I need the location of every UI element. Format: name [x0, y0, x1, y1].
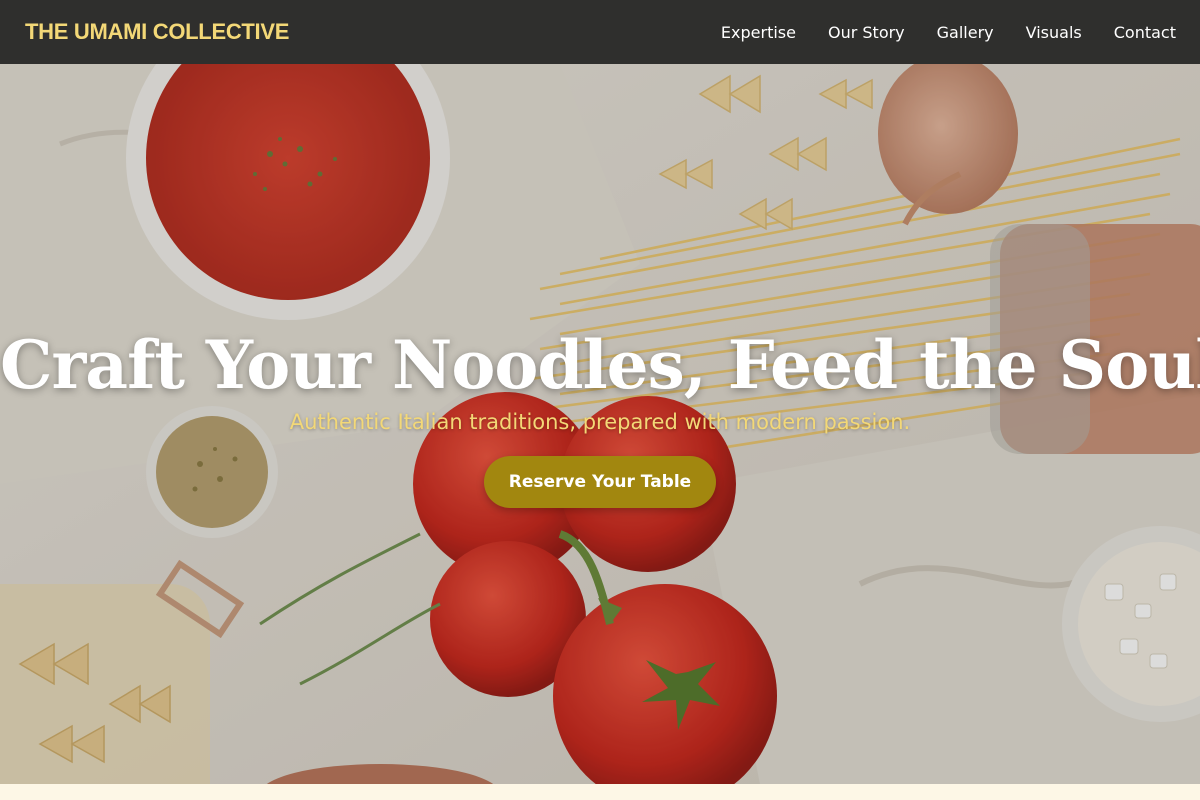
hero-subtitle: Authentic Italian traditions, prepared w…: [289, 410, 911, 434]
nav-link-expertise[interactable]: Expertise: [721, 23, 796, 42]
reserve-table-button[interactable]: Reserve Your Table: [484, 456, 716, 508]
nav-link-visuals[interactable]: Visuals: [1026, 23, 1082, 42]
hero-section: Craft Your Noodles, Feed the Soul. Authe…: [0, 64, 1200, 784]
hero-content: Craft Your Noodles, Feed the Soul. Authe…: [0, 326, 1200, 508]
main-nav: Expertise Our Story Gallery Visuals Cont…: [721, 23, 1176, 42]
nav-link-contact[interactable]: Contact: [1114, 23, 1176, 42]
next-section-edge: [0, 784, 1200, 800]
brand-logo[interactable]: THE UMAMI COLLECTIVE: [25, 19, 289, 45]
top-navbar: THE UMAMI COLLECTIVE Expertise Our Story…: [0, 0, 1200, 64]
hero-title: Craft Your Noodles, Feed the Soul.: [0, 326, 1200, 404]
nav-link-gallery[interactable]: Gallery: [937, 23, 994, 42]
nav-link-our-story[interactable]: Our Story: [828, 23, 905, 42]
